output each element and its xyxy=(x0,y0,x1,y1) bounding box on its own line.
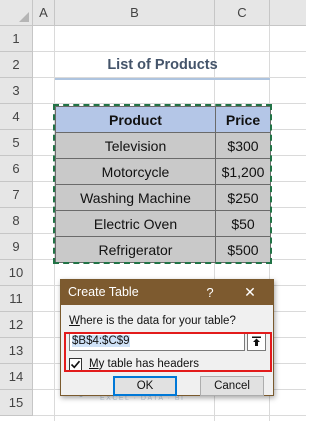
header-price[interactable]: Price xyxy=(215,106,271,133)
checkmark-icon xyxy=(70,360,81,368)
row-header[interactable]: 2 xyxy=(0,52,33,78)
price-cell[interactable]: $300 xyxy=(215,132,271,159)
table-row: Washing Machine $250 xyxy=(55,184,271,211)
price-cell[interactable]: $250 xyxy=(215,184,271,211)
checkbox-accelerator: M xyxy=(89,358,99,370)
prompt-text: here is the data for your table? xyxy=(79,315,236,327)
product-cell[interactable]: Electric Oven xyxy=(55,210,216,237)
product-cell[interactable]: Motorcycle xyxy=(55,158,216,185)
dialog-title: Create Table xyxy=(68,285,139,299)
price-cell[interactable]: $500 xyxy=(215,236,271,263)
product-cell[interactable]: Refrigerator xyxy=(55,236,216,263)
price-cell[interactable]: $1,200 xyxy=(215,158,271,185)
watermark-tagline: EXCEL · DATA · BI xyxy=(100,395,185,402)
table-row: Motorcycle $1,200 xyxy=(55,158,271,185)
row-header[interactable]: 3 xyxy=(0,78,33,104)
headers-checkbox-row[interactable]: My table has headers xyxy=(69,356,199,372)
prompt-accelerator: W xyxy=(69,315,80,327)
table-row: Television $300 xyxy=(55,132,271,159)
collapse-dialog-button[interactable] xyxy=(247,332,266,351)
row-header[interactable]: 6 xyxy=(0,156,33,182)
title-underline xyxy=(55,78,270,80)
product-cell[interactable]: Television xyxy=(55,132,216,159)
product-cell[interactable]: Washing Machine xyxy=(55,184,216,211)
row-header[interactable]: 12 xyxy=(0,312,33,338)
range-prompt-label: Where is the data for your table? xyxy=(69,315,236,327)
price-cell[interactable]: $50 xyxy=(215,210,271,237)
table-row: Refrigerator $500 xyxy=(55,236,271,263)
column-header-b[interactable]: B xyxy=(55,0,215,26)
help-button[interactable]: ? xyxy=(201,280,219,305)
row-header[interactable]: 10 xyxy=(0,260,33,286)
products-table: Product Price Television $300 Motorcycle… xyxy=(55,106,271,263)
row-header[interactable]: 9 xyxy=(0,234,33,260)
has-headers-label: My table has headers xyxy=(89,358,199,370)
column-header-next[interactable] xyxy=(270,0,306,26)
checkbox-text: y table has headers xyxy=(98,358,199,370)
create-table-dialog: Create Table ? ✕ Where is the data for y… xyxy=(60,279,274,396)
spreadsheet: A B C 1 2 3 4 5 6 7 8 9 10 11 12 13 14 15 List of Prod… xyxy=(0,0,306,421)
row-header[interactable]: 4 xyxy=(0,104,33,130)
column-header-a[interactable]: A xyxy=(33,0,55,26)
row-header[interactable]: 5 xyxy=(0,130,33,156)
sheet-title: List of Products xyxy=(107,57,218,73)
close-icon[interactable]: ✕ xyxy=(239,280,261,305)
dialog-titlebar[interactable]: Create Table ? ✕ xyxy=(61,280,273,305)
column-header-c[interactable]: C xyxy=(215,0,270,26)
table-range-input[interactable]: $B$4:$C$9 xyxy=(69,332,245,351)
cancel-button[interactable]: Cancel xyxy=(200,376,264,396)
has-headers-checkbox[interactable] xyxy=(69,357,82,371)
row-header[interactable]: 8 xyxy=(0,208,33,234)
header-product[interactable]: Product xyxy=(55,106,216,133)
select-all-triangle-icon xyxy=(19,12,29,22)
ok-button[interactable]: OK xyxy=(113,376,177,396)
row-header[interactable]: 14 xyxy=(0,364,33,390)
row-header[interactable]: 13 xyxy=(0,338,33,364)
row-header[interactable]: 1 xyxy=(0,26,33,52)
range-value: $B$4:$C$9 xyxy=(72,335,130,347)
row-header[interactable]: 7 xyxy=(0,182,33,208)
select-all-corner[interactable] xyxy=(0,0,33,26)
arrow-up-icon xyxy=(252,336,261,346)
row-header[interactable]: 11 xyxy=(0,286,33,312)
row-header[interactable]: 15 xyxy=(0,390,33,416)
table-row: Electric Oven $50 xyxy=(55,210,271,237)
table-header-row: Product Price xyxy=(55,106,271,133)
